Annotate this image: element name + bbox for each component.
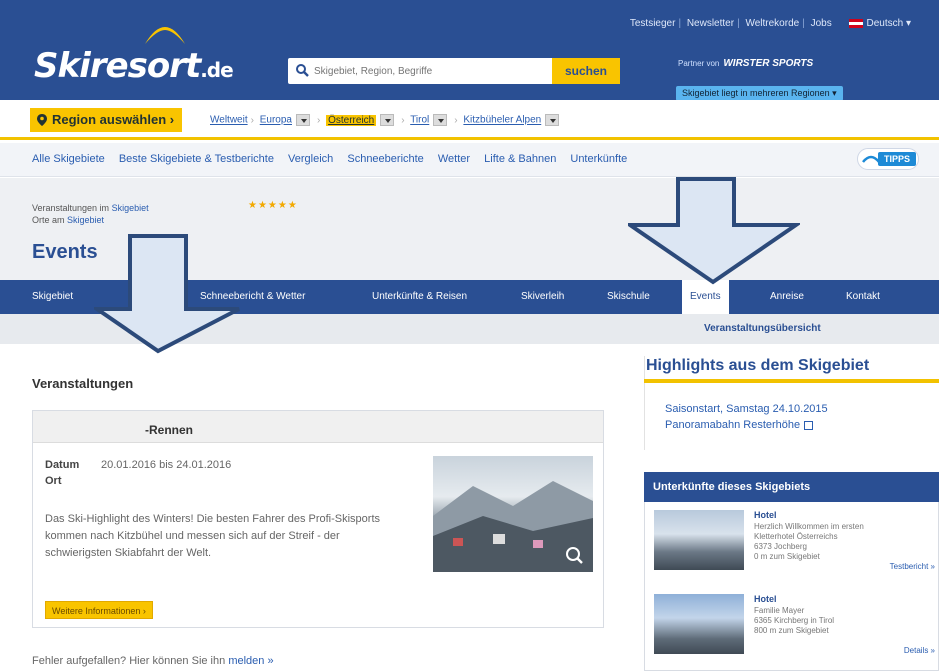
nav-lifte-bahnen[interactable]: Lifte & Bahnen [484,153,556,165]
more-info-button[interactable]: Weitere Informationen › [45,601,153,619]
accommodation-line: Familie Mayer [754,606,805,615]
error-report-line: Fehler aufgefallen? Hier können Sie ihn … [32,655,274,667]
accommodation-image[interactable] [654,594,744,654]
toplink-newsletter[interactable]: Newsletter [687,18,734,29]
nav-wetter[interactable]: Wetter [438,153,470,165]
subnav-veranstaltungsuebersicht[interactable]: Veranstaltungsübersicht [704,323,821,334]
accommodation-line: 6365 Kirchberg in Tirol [754,616,835,625]
language-label: Deutsch [866,18,904,29]
partner-badge[interactable]: Partner von WIRSTER SPORTS [678,58,813,69]
external-link-icon [804,420,814,430]
chevron-down-icon[interactable] [433,114,448,126]
region-select-label: Region auswählen [52,112,167,127]
tab-unterkuenfte-reisen[interactable]: Unterkünfte & Reisen [372,280,467,314]
search-box: suchen [288,58,620,84]
highlights-title: Highlights aus dem Skigebiet [646,357,870,374]
page-title: Events [32,241,98,263]
highlight-panoramabahn-text: Panoramabahn Resterhöhe [665,419,801,431]
main-nav: Alle Skigebiete Beste Skigebiete & Testb… [0,143,939,177]
nav-unterkuenfte[interactable]: Unterkünfte [570,153,627,165]
german-flag-icon [848,18,863,28]
toplink-weltrekorde[interactable]: Weltrekorde [745,18,799,29]
event-photo-illustration [433,481,593,572]
error-report-link[interactable]: melden » [228,655,273,667]
crumb-oesterreich[interactable]: Österreich [326,114,377,126]
tab-skigebiet[interactable]: Skigebiet [32,280,73,314]
down-arrow-overlay-icon [628,177,800,285]
partner-label: Partner von [678,59,720,68]
datum-label: Datum [45,459,80,471]
accommodation-line: 6373 Jochberg [754,542,807,551]
unterkuenfte-title: Unterkünfte dieses Skigebiets [644,472,939,502]
crumb-europa[interactable]: Europa [260,115,292,126]
orte-prefix: Orte am [32,215,65,225]
search-input[interactable] [314,62,544,80]
accommodation-type: Hotel [754,510,777,520]
highlight-saisonstart[interactable]: Saisonstart, Samstag 24.10.2015 [665,403,828,415]
down-arrow-overlay-icon [94,234,240,354]
crumb-tirol[interactable]: Tirol [410,115,429,126]
accommodation-item[interactable]: Hotel Familie Mayer 6365 Kirchberg in Ti… [652,588,939,668]
logo-suffix: .de [200,58,233,82]
tipps-button[interactable]: TIPPS [857,148,919,170]
accommodation-line: Herzlich Willkommen im ersten [754,522,864,531]
region-breadcrumb: Weltweit › Europa › Österreich › Tirol › Kit… [210,114,563,126]
veranstaltungen-prefix: Veranstaltungen im [32,203,110,213]
partner-brand: WIRSTER SPORTS [723,58,814,69]
nav-vergleich[interactable]: Vergleich [288,153,333,165]
accommodation-type: Hotel [754,594,777,604]
datum-value: 20.01.2016 bis 24.01.2016 [101,459,232,471]
veranstaltungen-line: Veranstaltungen im Skigebiet [32,203,149,213]
skigebiet-link[interactable]: Skigebiet [112,203,149,213]
highlights-divider [644,379,939,383]
nav-beste-skigebiete[interactable]: Beste Skigebiete & Testberichte [119,153,274,165]
sun-logo-icon [145,27,185,44]
orte-line: Orte am Skigebiet [32,215,104,225]
language-selector[interactable]: Deutsch ▾ [848,18,911,29]
crumb-kitzbueheler-alpen[interactable]: Kitzbüheler Alpen [463,115,541,126]
accommodation-line: Kletterhotel Österreichs [754,532,838,541]
location-pin-icon [37,114,47,126]
multi-region-info[interactable]: Skigebiet liegt in mehreren Regionen ▾ [676,86,843,101]
event-title: -Rennen [145,423,193,437]
chevron-down-icon[interactable] [295,114,310,126]
toplink-testsieger[interactable]: Testsieger [630,18,676,29]
nav-alle-skigebiete[interactable]: Alle Skigebiete [32,153,105,165]
ort-label: Ort [45,475,62,487]
crumb-weltweit[interactable]: Weltweit [210,115,248,126]
site-header: Skiresort.de Testsieger | Newsletter | Wel… [0,0,939,101]
accommodation-line: 800 m zum Skigebiet [754,626,829,635]
toplink-jobs[interactable]: Jobs [811,18,832,29]
highlight-panoramabahn[interactable]: Panoramabahn Resterhöhe [665,419,814,431]
section-title: Veranstaltungen [32,376,134,391]
region-select-button[interactable]: Region auswählen › [30,108,183,132]
accommodation-line: 0 m zum Skigebiet [754,552,820,561]
accommodation-link[interactable]: Testbericht » [890,562,935,571]
rating-stars: ★★★★★ [248,200,298,211]
tipps-label: TIPPS [877,152,916,166]
multi-region-info-text: Skigebiet liegt in mehreren Regionen [682,88,830,98]
site-logo[interactable]: Skiresort.de [34,46,234,86]
event-image[interactable] [433,456,593,572]
accommodation-item[interactable]: Hotel Herzlich Willkommen im ersten Klet… [652,504,939,584]
region-bar: Region auswählen › Weltweit › Europa › Öst… [0,100,939,140]
chevron-down-icon[interactable] [545,114,560,126]
accommodation-link[interactable]: Details » [904,646,935,655]
event-card-header [33,411,603,443]
chevron-down-icon[interactable] [380,114,395,126]
accommodation-image[interactable] [654,510,744,570]
orte-skigebiet-link[interactable]: Skigebiet [67,215,104,225]
logo-text: Skiresort [34,46,201,86]
search-icon [296,64,309,77]
nav-schneeberichte[interactable]: Schneeberichte [347,153,423,165]
event-description: Das Ski-Highlight des Winters! Die beste… [45,513,381,559]
tab-kontakt[interactable]: Kontakt [846,280,880,314]
top-links: Testsieger | Newsletter | Weltrekorde | Job… [629,18,911,29]
tab-skiverleih[interactable]: Skiverleih [521,280,564,314]
error-report-text: Fehler aufgefallen? Hier können Sie ihn [32,655,226,667]
event-card: -Rennen Datum 20.01.2016 bis 24.01.2016 … [32,410,604,628]
search-button[interactable]: suchen [552,58,620,84]
